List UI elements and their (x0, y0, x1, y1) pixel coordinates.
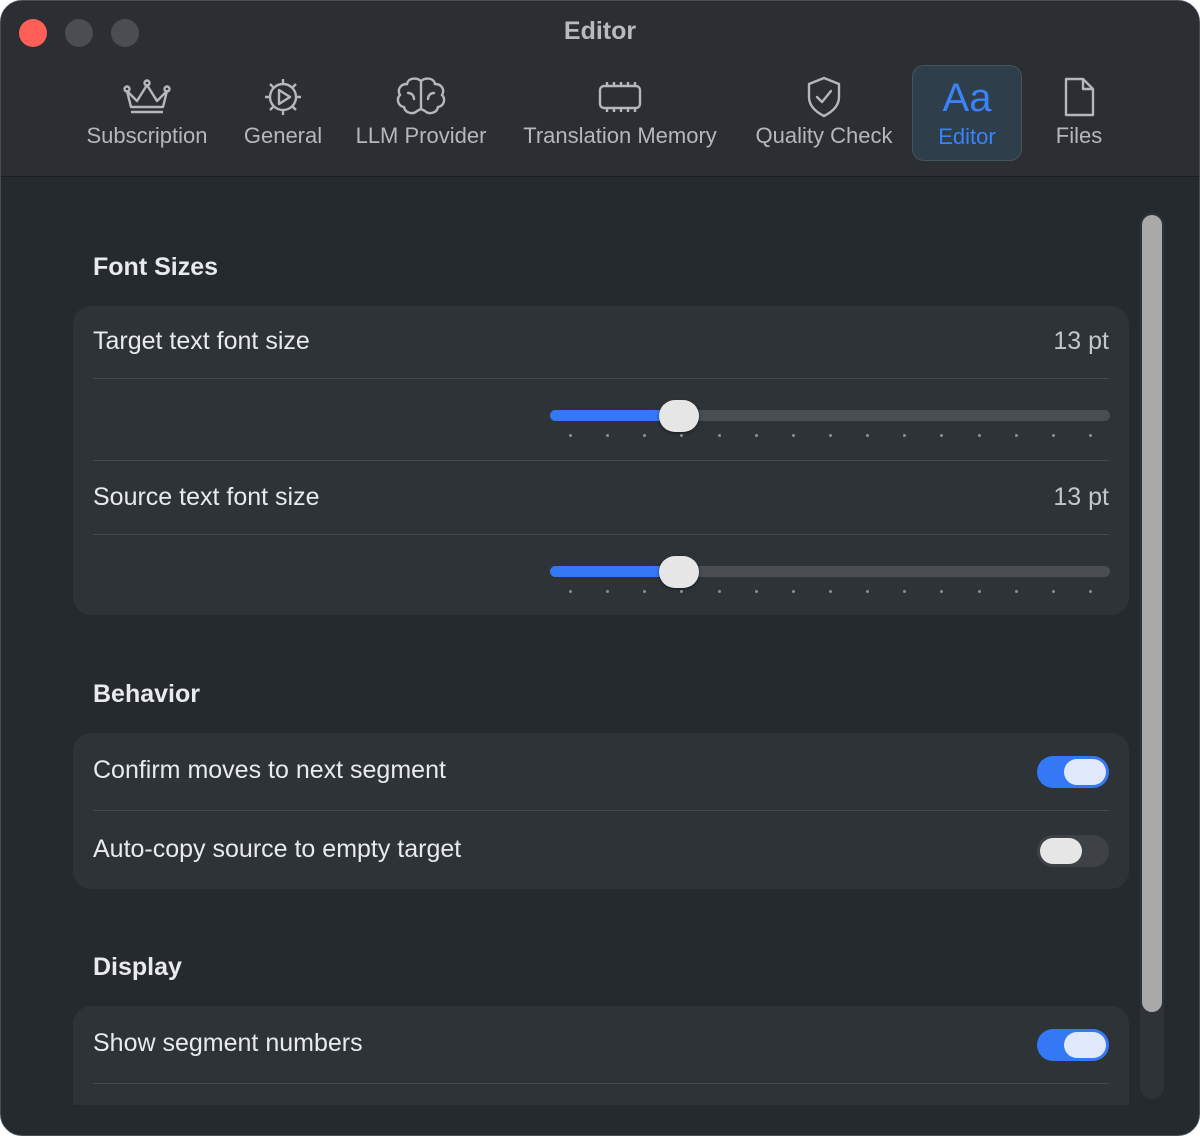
tab-files[interactable]: Files (1039, 65, 1119, 161)
tab-editor[interactable]: Aa Editor (912, 65, 1022, 161)
window-title: Editor (563, 17, 637, 45)
text-aa-icon: Aa (942, 76, 992, 120)
slider-tick (643, 590, 647, 593)
segment-numbers-label: Show segment numbers (93, 1029, 363, 1057)
settings-content: Font Sizes Target text font size 13 pt S… (1, 177, 1199, 1105)
tab-subscription[interactable]: Subscription (75, 65, 219, 161)
slider-tick (977, 434, 981, 437)
tab-translation-memory[interactable]: Translation Memory (510, 65, 730, 161)
target-font-size-value: 13 pt (1053, 327, 1109, 355)
slider-tick (1089, 590, 1092, 593)
divider (93, 810, 1109, 811)
settings-window: Editor Subscription General LLM Provider… (0, 0, 1200, 1136)
divider (93, 1083, 1109, 1084)
slider-tick (1014, 434, 1018, 437)
slider-tick (1014, 590, 1018, 593)
slider-tick (977, 590, 981, 593)
tab-label: Quality Check (755, 123, 893, 148)
slider-knob[interactable] (659, 556, 699, 588)
slider-tick (606, 434, 610, 437)
slider-tick (829, 434, 832, 437)
divider (93, 378, 1109, 379)
tab-general[interactable]: General (234, 65, 332, 161)
confirm-moves-toggle[interactable] (1037, 756, 1109, 788)
divider (93, 534, 1109, 535)
slider-knob[interactable] (659, 400, 699, 432)
slider-tick (606, 590, 610, 593)
slider-tick (866, 590, 870, 593)
slider-tick (717, 434, 721, 437)
tab-label: Translation Memory (523, 123, 717, 148)
source-font-size-label: Source text font size (93, 483, 320, 511)
toggle-knob (1064, 1032, 1106, 1058)
gear-icon (234, 75, 332, 119)
source-font-size-slider[interactable] (550, 552, 1110, 593)
slider-tick (791, 434, 795, 437)
source-font-size-value: 13 pt (1053, 483, 1109, 511)
brain-icon (345, 75, 497, 119)
tab-label: Files (1055, 123, 1103, 148)
section-title-behavior: Behavior (93, 680, 200, 708)
section-title-font-sizes: Font Sizes (93, 253, 219, 281)
title-bar: Editor Subscription General LLM Provider… (1, 1, 1199, 177)
scrollbar-thumb[interactable] (1142, 215, 1162, 1012)
slider-tick (754, 590, 758, 593)
tab-llm-provider[interactable]: LLM Provider (345, 65, 497, 161)
slider-tick (940, 434, 944, 437)
segment-numbers-toggle[interactable] (1037, 1029, 1109, 1061)
slider-tick (1051, 590, 1055, 593)
tab-label: Subscription (86, 123, 208, 148)
slider-tick (940, 590, 944, 593)
slider-tick (754, 434, 758, 437)
slider-tick (829, 590, 832, 593)
toggle-knob (1064, 759, 1106, 785)
target-font-size-slider[interactable] (550, 396, 1110, 437)
auto-copy-label: Auto-copy source to empty target (93, 835, 462, 863)
confirm-moves-label: Confirm moves to next segment (93, 756, 446, 784)
slider-tick (569, 434, 572, 437)
toggle-knob (1040, 838, 1082, 864)
slider-tick (1089, 434, 1092, 437)
slider-tick (866, 434, 870, 437)
slider-tick (643, 434, 647, 437)
slider-tick (680, 434, 684, 437)
tab-label: Editor (938, 124, 996, 149)
slider-tick (903, 590, 907, 593)
font-sizes-card: Target text font size 13 pt Source text … (73, 306, 1129, 615)
tab-quality-check[interactable]: Quality Check (744, 65, 904, 161)
document-icon (1039, 75, 1119, 119)
tab-label: General (243, 123, 323, 148)
tab-label: LLM Provider (355, 123, 487, 148)
display-card: Show segment numbers (73, 1006, 1129, 1105)
crown-icon (75, 75, 219, 119)
slider-tick (717, 590, 721, 593)
memory-chip-icon (510, 75, 730, 119)
slider-tick (1051, 434, 1055, 437)
section-title-display: Display (93, 953, 182, 981)
slider-tick (569, 590, 572, 593)
slider-tick (680, 590, 684, 593)
auto-copy-toggle[interactable] (1037, 835, 1109, 867)
slider-tick (903, 434, 907, 437)
target-font-size-label: Target text font size (93, 327, 310, 355)
divider (93, 460, 1109, 461)
shield-check-icon (744, 75, 904, 119)
behavior-card: Confirm moves to next segment Auto-copy … (73, 733, 1129, 889)
slider-tick (791, 590, 795, 593)
